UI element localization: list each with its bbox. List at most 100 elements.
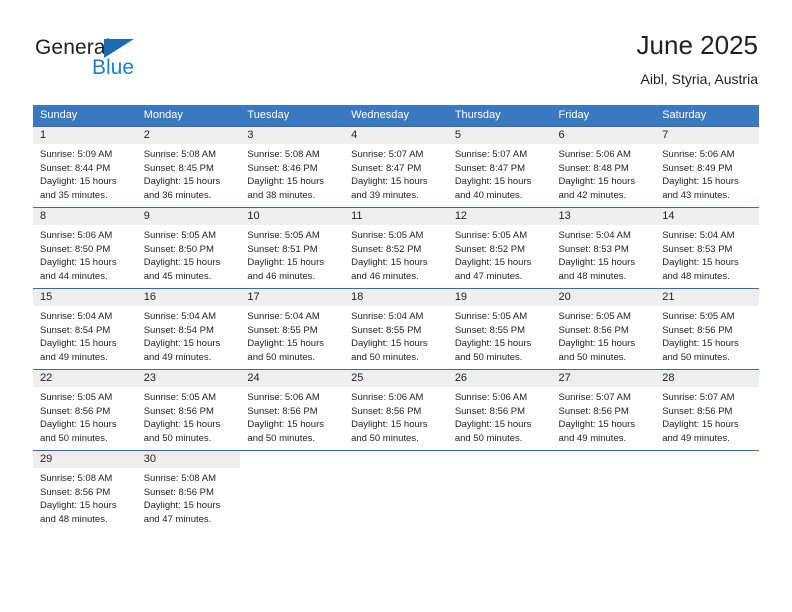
sunrise-text: Sunrise: 5:06 AM bbox=[454, 392, 528, 403]
day-number: 20 bbox=[551, 289, 656, 306]
sunset-text: Sunset: 8:56 PM bbox=[351, 405, 422, 417]
sunset-text: Sunset: 8:55 PM bbox=[454, 324, 526, 336]
day-number bbox=[447, 451, 552, 468]
day-cell[interactable]: 19 Sunrise: 5:05 AM Sunset: 8:55 PM Dayligh… bbox=[447, 288, 552, 370]
sunrise-text: Sunrise: 5:05 AM bbox=[247, 230, 320, 241]
day-cell[interactable]: 13 Sunrise: 5:04 AM Sunset: 8:53 PM Dayligh… bbox=[551, 207, 656, 289]
day-number: 15 bbox=[33, 289, 137, 306]
sunrise-text: Sunrise: 5:05 AM bbox=[143, 230, 217, 241]
sunset-text: Sunset: 8:56 PM bbox=[40, 486, 111, 498]
day-cell[interactable]: 23 Sunrise: 5:05 AM Sunset: 8:56 PM Dayligh… bbox=[136, 369, 241, 451]
sunrise-text: Sunrise: 5:05 AM bbox=[40, 392, 113, 403]
daylight-text-line1: Daylight: 15 hours bbox=[247, 419, 324, 431]
sunrise-text: Sunrise: 5:06 AM bbox=[351, 392, 424, 403]
day-cell[interactable]: 20 Sunrise: 5:05 AM Sunset: 8:56 PM Dayligh… bbox=[551, 288, 656, 370]
day-number: 18 bbox=[344, 289, 448, 306]
day-cell[interactable]: 11 Sunrise: 5:05 AM Sunset: 8:52 PM Dayligh… bbox=[344, 207, 448, 289]
sunrise-text: Sunrise: 5:08 AM bbox=[40, 473, 113, 484]
sunset-text: Sunset: 8:46 PM bbox=[247, 162, 318, 174]
sunset-text: Sunset: 8:47 PM bbox=[351, 162, 422, 174]
day-number: 8 bbox=[33, 208, 137, 225]
sunset-text: Sunset: 8:49 PM bbox=[662, 162, 733, 174]
daylight-text-line2: and 44 minutes. bbox=[40, 270, 108, 282]
sunset-text: Sunset: 8:45 PM bbox=[143, 162, 214, 174]
day-cell[interactable]: 27 Sunrise: 5:07 AM Sunset: 8:56 PM Dayligh… bbox=[551, 369, 656, 451]
sunset-text: Sunset: 8:55 PM bbox=[247, 324, 318, 336]
daylight-text-line1: Daylight: 15 hours bbox=[662, 338, 739, 350]
daylight-text-line2: and 45 minutes. bbox=[143, 270, 212, 282]
sunrise-text: Sunrise: 5:05 AM bbox=[143, 392, 217, 403]
day-number: 16 bbox=[136, 289, 241, 306]
sunset-text: Sunset: 8:56 PM bbox=[40, 405, 111, 417]
sunset-text: Sunset: 8:44 PM bbox=[40, 162, 111, 174]
sunrise-text: Sunrise: 5:06 AM bbox=[558, 149, 631, 160]
day-number: 3 bbox=[240, 127, 345, 144]
daylight-text-line1: Daylight: 15 hours bbox=[662, 419, 739, 431]
sunrise-text: Sunrise: 5:05 AM bbox=[558, 311, 631, 322]
day-number: 10 bbox=[240, 208, 345, 225]
daylight-text-line2: and 35 minutes. bbox=[40, 189, 108, 201]
day-cell[interactable]: 26 Sunrise: 5:06 AM Sunset: 8:56 PM Dayligh… bbox=[447, 369, 552, 451]
daylight-text-line2: and 50 minutes. bbox=[454, 432, 523, 444]
day-cell[interactable]: 3 Sunrise: 5:08 AM Sunset: 8:46 PM Daylight… bbox=[240, 126, 345, 208]
general-blue-logo[interactable]: General Blue bbox=[35, 36, 215, 92]
day-number bbox=[344, 451, 448, 468]
calendar-week-row: 1 Sunrise: 5:09 AM Sunset: 8:44 PM Daylight… bbox=[33, 126, 759, 208]
daylight-text-line1: Daylight: 15 hours bbox=[143, 500, 221, 512]
day-cell[interactable]: 2 Sunrise: 5:08 AM Sunset: 8:45 PM Daylight… bbox=[136, 126, 241, 208]
sunrise-text: Sunrise: 5:04 AM bbox=[558, 230, 631, 241]
empty-day-cell bbox=[344, 450, 448, 531]
day-cell[interactable]: 24 Sunrise: 5:06 AM Sunset: 8:56 PM Dayligh… bbox=[240, 369, 345, 451]
daylight-text-line2: and 46 minutes. bbox=[351, 270, 419, 282]
day-cell[interactable]: 7 Sunrise: 5:06 AM Sunset: 8:49 PM Daylight… bbox=[655, 126, 759, 208]
day-cell[interactable]: 18 Sunrise: 5:04 AM Sunset: 8:55 PM Dayligh… bbox=[344, 288, 448, 370]
weekday-header-thursday: Thursday bbox=[447, 105, 552, 127]
day-cell[interactable]: 28 Sunrise: 5:07 AM Sunset: 8:56 PM Dayligh… bbox=[655, 369, 759, 451]
daylight-text-line2: and 39 minutes. bbox=[351, 189, 419, 201]
day-cell[interactable]: 17 Sunrise: 5:04 AM Sunset: 8:55 PM Dayligh… bbox=[240, 288, 345, 370]
title-block: June 2025 Aibl, Styria, Austria bbox=[637, 28, 758, 90]
day-number: 2 bbox=[136, 127, 241, 144]
day-cell[interactable]: 14 Sunrise: 5:04 AM Sunset: 8:53 PM Dayligh… bbox=[655, 207, 759, 289]
day-number: 5 bbox=[447, 127, 552, 144]
day-number: 17 bbox=[240, 289, 345, 306]
day-cell[interactable]: 21 Sunrise: 5:05 AM Sunset: 8:56 PM Dayligh… bbox=[655, 288, 759, 370]
daylight-text-line1: Daylight: 15 hours bbox=[454, 419, 532, 431]
daylight-text-line1: Daylight: 15 hours bbox=[558, 176, 636, 188]
sunset-text: Sunset: 8:56 PM bbox=[662, 405, 733, 417]
sunset-text: Sunset: 8:54 PM bbox=[143, 324, 214, 336]
day-cell[interactable]: 6 Sunrise: 5:06 AM Sunset: 8:48 PM Daylight… bbox=[551, 126, 656, 208]
sunrise-sunset-calendar: Sunday Monday Tuesday Wednesday Thursday… bbox=[33, 105, 759, 531]
day-cell[interactable]: 30 Sunrise: 5:08 AM Sunset: 8:56 PM Dayligh… bbox=[136, 450, 241, 531]
day-cell[interactable]: 4 Sunrise: 5:07 AM Sunset: 8:47 PM Daylight… bbox=[344, 126, 448, 208]
day-number: 24 bbox=[240, 370, 345, 387]
day-cell[interactable]: 10 Sunrise: 5:05 AM Sunset: 8:51 PM Dayligh… bbox=[240, 207, 345, 289]
day-number: 7 bbox=[655, 127, 759, 144]
daylight-text-line2: and 50 minutes. bbox=[558, 351, 627, 363]
day-cell[interactable]: 9 Sunrise: 5:05 AM Sunset: 8:50 PM Daylight… bbox=[136, 207, 241, 289]
daylight-text-line2: and 50 minutes. bbox=[351, 351, 419, 363]
daylight-text-line1: Daylight: 15 hours bbox=[143, 338, 221, 350]
day-cell[interactable]: 25 Sunrise: 5:06 AM Sunset: 8:56 PM Dayligh… bbox=[344, 369, 448, 451]
sunrise-text: Sunrise: 5:04 AM bbox=[247, 311, 320, 322]
day-cell[interactable]: 1 Sunrise: 5:09 AM Sunset: 8:44 PM Daylight… bbox=[33, 126, 137, 208]
daylight-text-line2: and 47 minutes. bbox=[143, 513, 212, 525]
day-cell[interactable]: 8 Sunrise: 5:06 AM Sunset: 8:50 PM Daylight… bbox=[33, 207, 137, 289]
weekday-header-saturday: Saturday bbox=[655, 105, 759, 127]
day-cell[interactable]: 29 Sunrise: 5:08 AM Sunset: 8:56 PM Dayligh… bbox=[33, 450, 137, 531]
calendar-body: 1 Sunrise: 5:09 AM Sunset: 8:44 PM Daylight… bbox=[33, 126, 759, 531]
day-cell[interactable]: 22 Sunrise: 5:05 AM Sunset: 8:56 PM Dayligh… bbox=[33, 369, 137, 451]
day-cell[interactable]: 12 Sunrise: 5:05 AM Sunset: 8:52 PM Dayligh… bbox=[447, 207, 552, 289]
day-cell[interactable]: 15 Sunrise: 5:04 AM Sunset: 8:54 PM Dayligh… bbox=[33, 288, 137, 370]
day-number: 30 bbox=[136, 451, 241, 468]
weekday-header-friday: Friday bbox=[551, 105, 656, 127]
day-cell[interactable]: 5 Sunrise: 5:07 AM Sunset: 8:47 PM Daylight… bbox=[447, 126, 552, 208]
sunrise-text: Sunrise: 5:05 AM bbox=[454, 230, 528, 241]
sunset-text: Sunset: 8:56 PM bbox=[143, 486, 214, 498]
day-number: 27 bbox=[551, 370, 656, 387]
page-subtitle: Aibl, Styria, Austria bbox=[640, 71, 759, 87]
day-number: 29 bbox=[33, 451, 137, 468]
sunrise-text: Sunrise: 5:07 AM bbox=[558, 392, 631, 403]
sunrise-text: Sunrise: 5:07 AM bbox=[351, 149, 424, 160]
day-cell[interactable]: 16 Sunrise: 5:04 AM Sunset: 8:54 PM Dayligh… bbox=[136, 288, 241, 370]
